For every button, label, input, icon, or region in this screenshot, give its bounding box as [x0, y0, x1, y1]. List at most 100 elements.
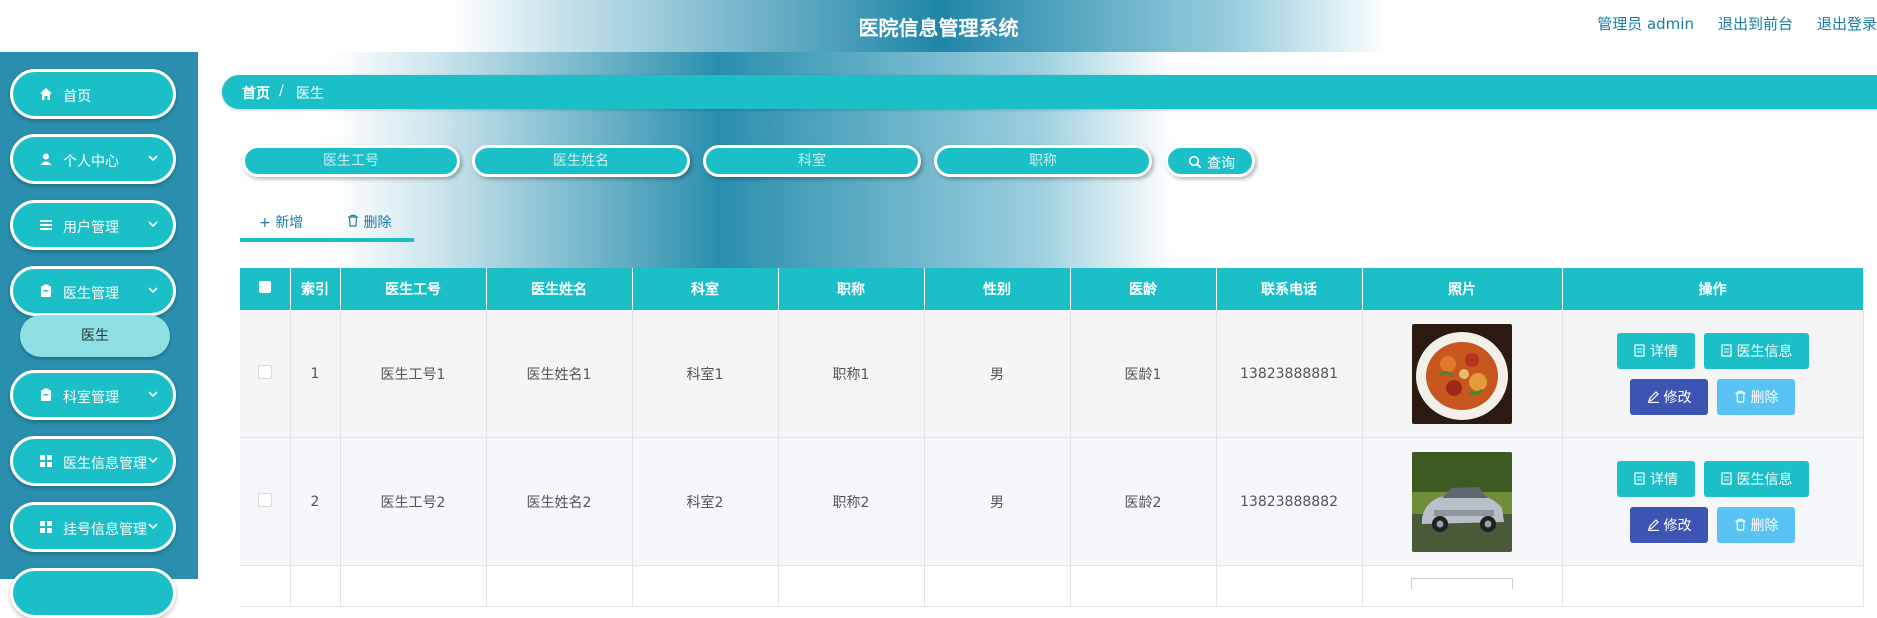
- sidebar-item-label: 用户管理: [63, 220, 119, 236]
- table-row: 2 医生工号2 医生姓名2 科室2 职称2 男 医龄2 13823888882: [240, 437, 1864, 566]
- clipboard-icon: [41, 388, 51, 401]
- cell-code: 医生工号2: [340, 437, 487, 566]
- sidebar-item-label: 医生管理: [63, 286, 119, 302]
- doctor-info-button[interactable]: 医生信息: [1703, 332, 1809, 369]
- back-to-frontend-link[interactable]: 退出到前台: [1718, 13, 1793, 34]
- column-header-title: 职称: [778, 268, 925, 310]
- sidebar-item-registrations[interactable]: 挂号信息管理: [10, 502, 176, 552]
- sidebar-item-label: 挂号信息管理: [63, 522, 147, 538]
- document-icon: [1720, 472, 1732, 485]
- select-all-cell[interactable]: [240, 268, 291, 310]
- row-checkbox[interactable]: [257, 364, 272, 379]
- doctor-name-search-input[interactable]: 医生姓名: [472, 145, 690, 177]
- doctor-code-search-input[interactable]: 医生工号: [242, 145, 460, 177]
- column-header-code: 医生工号: [340, 268, 487, 310]
- cell-operations: 详情 医生信息 修改 删除: [1562, 437, 1864, 566]
- column-header-years: 医龄: [1070, 268, 1217, 310]
- batch-delete-button[interactable]: 删除: [347, 212, 391, 232]
- sidebar-item-label: 首页: [63, 89, 91, 105]
- search-button-label: 查询: [1207, 156, 1235, 172]
- add-button-label: 新增: [275, 215, 304, 231]
- column-header-index: 索引: [290, 268, 341, 310]
- ops-line: 详情 医生信息: [1613, 460, 1813, 497]
- doctor-info-button[interactable]: 医生信息: [1703, 460, 1809, 497]
- trash-icon: [348, 214, 358, 227]
- table-row: 1 医生工号1 医生姓名1 科室1 职称1 男 医龄1 13823888881: [240, 310, 1864, 438]
- sidebar-item-departments[interactable]: 科室管理: [10, 370, 176, 420]
- search-icon: [1188, 155, 1202, 169]
- search-button[interactable]: 查询: [1165, 145, 1255, 177]
- chevron-down-icon: [148, 155, 158, 162]
- sidebar-item-doctors[interactable]: 医生管理: [10, 266, 176, 316]
- cell-department: 科室1: [632, 310, 779, 438]
- select-all-checkbox[interactable]: [258, 281, 271, 293]
- top-header: 医院信息管理系统 管理员 admin 退出到前台 退出登录: [0, 0, 1877, 52]
- row-operations: 详情 医生信息 修改 删除: [1613, 460, 1813, 543]
- sidebar-item-label: 科室管理: [63, 390, 119, 406]
- document-icon: [1720, 344, 1732, 357]
- list-icon: [40, 220, 52, 230]
- edit-button[interactable]: 修改: [1630, 378, 1708, 415]
- trash-icon: [1735, 518, 1745, 531]
- sidebar-item-doctor-info[interactable]: 医生信息管理: [10, 436, 176, 486]
- cell-photo: [1362, 310, 1563, 438]
- title-search-input[interactable]: 职称: [934, 145, 1152, 177]
- breadcrumb-separator: /: [279, 83, 284, 99]
- delete-button-label: 删除: [1750, 389, 1779, 406]
- delete-button[interactable]: 删除: [1717, 378, 1795, 415]
- pencil-icon: [1647, 519, 1659, 531]
- home-icon: [40, 88, 52, 100]
- table-header-row: 索引 医生工号 医生姓名 科室 职称 性别 医龄 联系电话 照片 操作: [240, 268, 1864, 310]
- row-operations: 详情 医生信息 修改 删除: [1613, 332, 1813, 415]
- sidebar-item-label: 医生信息管理: [63, 456, 147, 472]
- row-select-cell[interactable]: [240, 437, 291, 566]
- chevron-down-icon: [148, 287, 158, 294]
- department-search-input[interactable]: 科室: [703, 145, 921, 177]
- silver-car-photo[interactable]: [1412, 451, 1512, 552]
- food-dish-photo[interactable]: [1412, 323, 1512, 424]
- sidebar-subitem-doctor[interactable]: 医生: [20, 315, 170, 357]
- cell-name: 医生姓名2: [486, 437, 633, 566]
- top-links: 管理员 admin 退出到前台 退出登录: [1597, 13, 1877, 34]
- edit-button[interactable]: 修改: [1630, 506, 1708, 543]
- actions-underline: [240, 238, 414, 242]
- cell-years: 医龄1: [1070, 310, 1217, 438]
- ops-line: 详情 医生信息: [1613, 332, 1813, 369]
- detail-button[interactable]: 详情: [1616, 332, 1695, 369]
- app-title: 医院信息管理系统: [858, 16, 1019, 40]
- column-header-operations: 操作: [1562, 268, 1864, 310]
- sidebar-item-home[interactable]: 首页: [10, 69, 176, 119]
- cell-gender: 男: [924, 310, 1071, 438]
- logout-link[interactable]: 退出登录: [1817, 13, 1877, 34]
- delete-button-label: 删除: [1750, 517, 1779, 534]
- doctor-table: 索引 医生工号 医生姓名 科室 职称 性别 医龄 联系电话 照片 操作 1 医生…: [240, 268, 1864, 607]
- sidebar-item-label: 个人中心: [63, 154, 119, 170]
- sidebar-item-more[interactable]: [10, 568, 176, 618]
- clipboard-icon: [41, 284, 51, 297]
- breadcrumb-home[interactable]: 首页: [242, 83, 270, 103]
- column-header-department: 科室: [632, 268, 779, 310]
- delete-button[interactable]: 删除: [1717, 506, 1795, 543]
- sidebar-item-profile[interactable]: 个人中心: [10, 134, 176, 184]
- plus-icon: +: [259, 215, 271, 231]
- chevron-down-icon: [148, 523, 158, 530]
- batch-delete-label: 删除: [363, 215, 392, 231]
- cell-photo: [1362, 565, 1563, 607]
- cell-gender: 男: [924, 437, 1071, 566]
- admin-user-link[interactable]: 管理员 admin: [1597, 13, 1694, 34]
- column-header-name: 医生姓名: [486, 268, 633, 310]
- column-header-photo: 照片: [1362, 268, 1563, 310]
- cell-title: 职称2: [778, 437, 925, 566]
- row-select-cell[interactable]: [240, 310, 291, 438]
- row-checkbox[interactable]: [257, 492, 272, 507]
- add-button[interactable]: + 新增: [259, 212, 303, 232]
- user-icon: [40, 153, 52, 165]
- sidebar-item-users[interactable]: 用户管理: [10, 200, 176, 250]
- photo-placeholder: [1411, 578, 1513, 589]
- doctor-info-button-label: 医生信息: [1736, 343, 1793, 360]
- cell-photo: [1362, 437, 1563, 566]
- detail-button[interactable]: 详情: [1616, 460, 1695, 497]
- ops-line: 修改 删除: [1613, 378, 1813, 415]
- cell-title: 职称1: [778, 310, 925, 438]
- cell-phone: 13823888881: [1216, 310, 1363, 438]
